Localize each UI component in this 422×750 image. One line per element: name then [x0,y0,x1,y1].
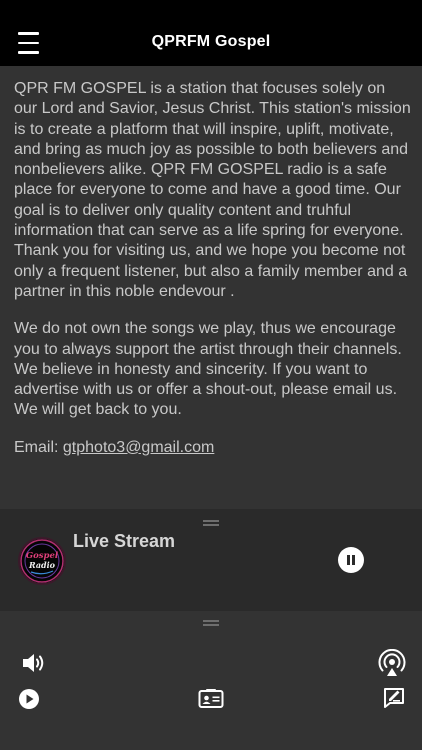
volume-icon[interactable] [20,650,46,676]
drag-handle-icon[interactable] [203,520,219,526]
logo-text-bottom: Radio [28,560,56,570]
about-paragraph: QPR FM GOSPEL is a station that focuses … [14,80,411,300]
airplay-icon[interactable] [377,649,407,677]
contact-card-icon[interactable] [198,688,224,709]
email-link[interactable]: gtphoto3@gmail.com [63,439,214,456]
stream-title: Live Stream [73,531,176,551]
play-icon[interactable] [18,688,40,710]
disclaimer-paragraph: We do not own the songs we play, thus we… [14,320,402,419]
pause-button[interactable] [338,547,364,573]
app-root: QPRFM Gospel QPR FM GOSPEL is a station … [0,0,422,750]
compose-icon[interactable] [382,686,406,710]
page-title: QPRFM Gospel [151,33,271,50]
email-line: Email: gtphoto3@gmail.com [14,438,412,458]
station-logo: Gospel Radio [18,537,66,585]
drag-handle-icon[interactable] [203,620,219,626]
bottom-controls [0,611,422,750]
about-content: QPR FM GOSPEL is a station that focuses … [14,79,412,475]
header-bar: QPRFM Gospel [0,0,422,66]
email-label: Email: [14,438,63,456]
